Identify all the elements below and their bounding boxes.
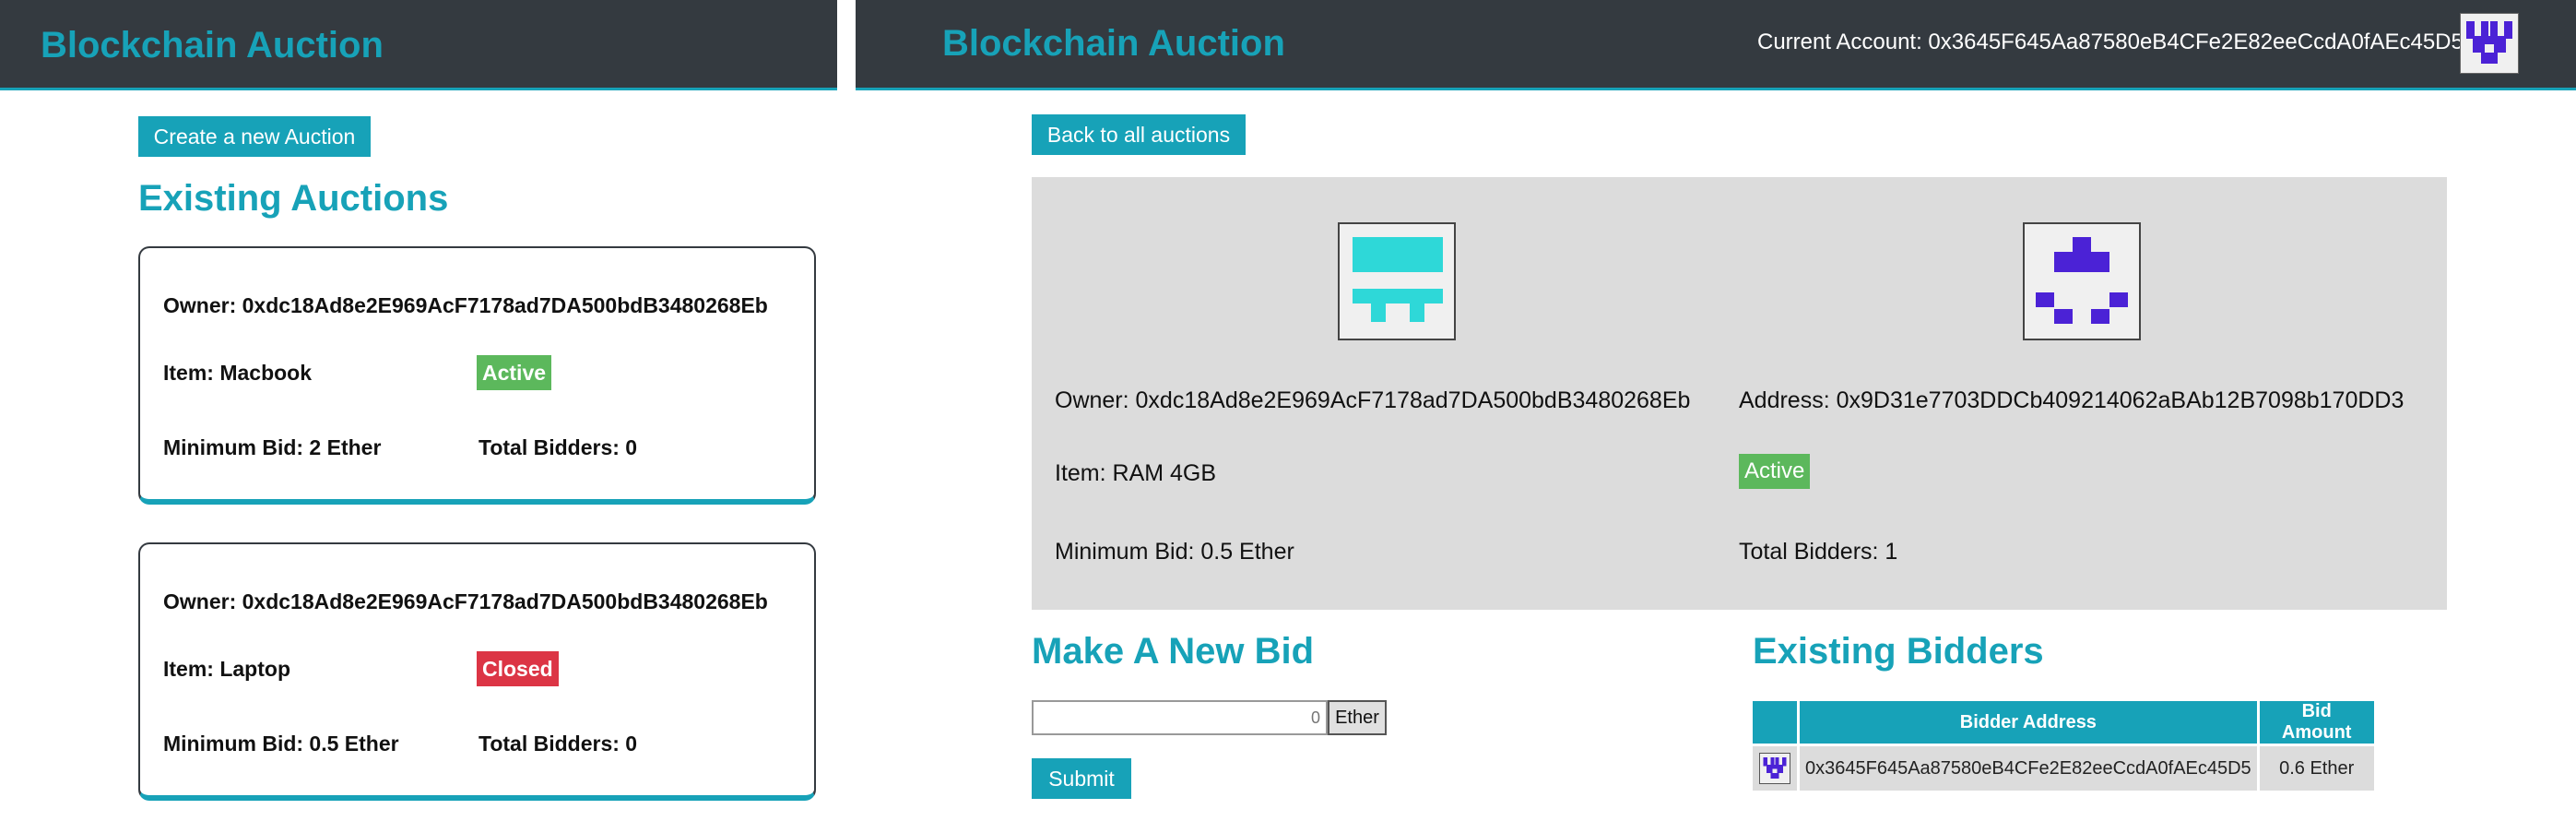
bidder-address-header: Bidder Address [1800, 701, 2257, 744]
avatar-column-header [1753, 701, 1797, 744]
detail-min-bid: Minimum Bid: 0.5 Ether [1055, 539, 1294, 565]
status-badge: Active [477, 355, 552, 390]
auction-detail-page: Blockchain Auction Current Account: 0x36… [856, 0, 2576, 833]
navbar: Blockchain Auction [0, 0, 837, 90]
auction-min-bid: Minimum Bid: 2 Ether [163, 435, 382, 459]
auction-details-panel: Owner: 0xdc18Ad8e2E969AcF7178ad7DA500bdB… [1032, 177, 2447, 610]
existing-bidders-title: Existing Bidders [1753, 631, 2044, 672]
auction-item: Item: Macbook [163, 361, 313, 385]
bidders-table: Bidder Address Bid Amount 0x3645F645Aa87… [1750, 698, 2377, 793]
owner-identicon-icon [1338, 222, 1456, 340]
auction-total-bidders: Total Bidders: 0 [479, 732, 638, 756]
auction-owner: Owner: 0xdc18Ad8e2E969AcF7178ad7DA500bdB… [163, 589, 768, 613]
detail-address: Address: 0x9D31e7703DDCb409214062aBAb12B… [1739, 387, 2405, 413]
ether-unit-label: Ether [1328, 700, 1387, 735]
navbar: Blockchain Auction Current Account: 0x36… [856, 0, 2576, 90]
bidder-identicon-icon [1759, 753, 1790, 784]
auction-card[interactable]: Owner: 0xdc18Ad8e2E969AcF7178ad7DA500bdB… [138, 542, 816, 801]
table-row: 0x3645F645Aa87580eB4CFe2E82eeCcdA0fAEc45… [1753, 746, 2374, 791]
auction-card[interactable]: Owner: 0xdc18Ad8e2E969AcF7178ad7DA500bdB… [138, 246, 816, 505]
auction-total-bidders: Total Bidders: 0 [479, 435, 638, 459]
auction-identicon-icon [2023, 222, 2141, 340]
auction-item: Item: Laptop [163, 657, 290, 681]
bid-amount-header: Bid Amount [2259, 701, 2374, 744]
bidder-avatar-cell [1753, 746, 1797, 791]
auction-min-bid: Minimum Bid: 0.5 Ether [163, 732, 399, 756]
brand-title[interactable]: Blockchain Auction [41, 24, 384, 66]
detail-total-bidders: Total Bidders: 1 [1739, 539, 1898, 565]
detail-item: Item: RAM 4GB [1055, 460, 1217, 486]
detail-owner: Owner: 0xdc18Ad8e2E969AcF7178ad7DA500bdB… [1055, 387, 1691, 413]
bidder-address-cell: 0x3645F645Aa87580eB4CFe2E82eeCcdA0fAEc45… [1800, 746, 2257, 791]
current-account-label: Current Account: 0x3645F645Aa87580eB4CFe… [1757, 30, 2464, 54]
status-badge: Active [1739, 454, 1811, 489]
table-header-row: Bidder Address Bid Amount [1753, 701, 2374, 744]
brand-title[interactable]: Blockchain Auction [942, 22, 1285, 65]
status-badge: Closed [477, 651, 559, 686]
account-identicon-icon[interactable] [2460, 13, 2519, 74]
auction-owner: Owner: 0xdc18Ad8e2E969AcF7178ad7DA500bdB… [163, 293, 768, 317]
bid-amount-input[interactable] [1032, 700, 1328, 735]
auction-list-page: Blockchain Auction Create a new Auction … [0, 0, 837, 833]
existing-auctions-title: Existing Auctions [138, 178, 449, 219]
create-auction-button[interactable]: Create a new Auction [138, 116, 371, 157]
bid-amount-cell: 0.6 Ether [2259, 746, 2374, 791]
new-bid-title: Make A New Bid [1032, 631, 1314, 672]
back-to-auctions-button[interactable]: Back to all auctions [1032, 114, 1246, 155]
submit-bid-button[interactable]: Submit [1032, 758, 1131, 799]
